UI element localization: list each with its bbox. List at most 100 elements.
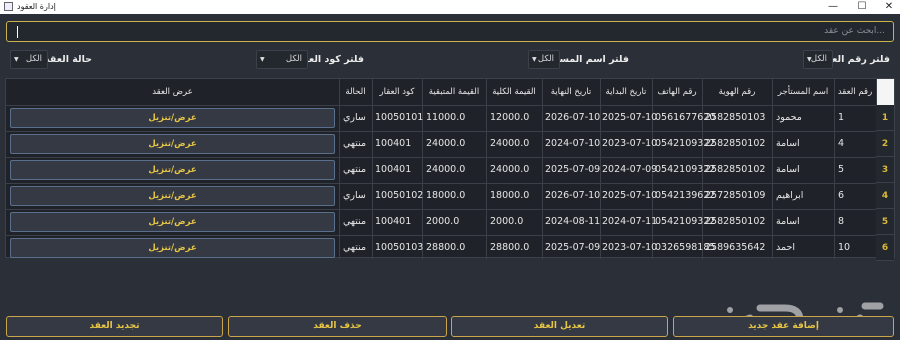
filter-status-select[interactable]: ▼ الكل — [10, 50, 48, 69]
title-bar: إدارة العقود — ☐ ✕ — [0, 0, 900, 14]
cell-start-date[interactable]: 2023-07-10 — [602, 235, 657, 261]
header-status[interactable]: الحالة — [339, 80, 372, 104]
row-header[interactable]: 2 — [876, 131, 894, 157]
cell-tenant-name[interactable]: محمود — [776, 105, 802, 131]
cell-contract-number[interactable]: 4 — [838, 131, 844, 157]
cell-remaining-value[interactable]: 28800.0 — [426, 235, 465, 261]
cell-end-date[interactable]: 2026-07-10 — [545, 105, 600, 131]
cell-remaining-value[interactable]: 24000.0 — [426, 157, 465, 183]
grid-line — [486, 79, 487, 259]
cell-tenant-name[interactable]: احمد — [776, 235, 795, 261]
header-start-date[interactable]: تاريخ البداية — [600, 80, 652, 104]
cell-property-code[interactable]: 100401 — [375, 209, 411, 235]
cell-status[interactable]: ساري — [343, 183, 366, 209]
cell-end-date[interactable]: 2024-07-10 — [545, 131, 600, 157]
row-header[interactable]: 6 — [876, 235, 894, 261]
cell-total-value[interactable]: 28800.0 — [490, 235, 529, 261]
add-contract-button[interactable]: إضافة عقد جديد — [673, 316, 894, 337]
cell-phone[interactable]: 0542109322 — [655, 131, 715, 157]
header-view-contract[interactable]: عرض العقد — [6, 80, 339, 104]
row-header[interactable]: 1 — [876, 105, 894, 131]
filter-property-code-value: الكل — [285, 54, 302, 64]
search-input[interactable]: ابحث عن عقد... — [6, 21, 894, 42]
edit-contract-button[interactable]: تعديل العقد — [451, 316, 668, 337]
cell-status[interactable]: منتهي — [343, 209, 366, 235]
view-download-button[interactable]: عرض/تنزيل — [10, 134, 335, 154]
cell-contract-number[interactable]: 1 — [838, 105, 844, 131]
cell-property-code[interactable]: 10050102 — [375, 183, 423, 209]
cell-start-date[interactable]: 2023-07-10 — [602, 131, 657, 157]
chevron-down-icon: ▼ — [260, 56, 265, 63]
cell-total-value[interactable]: 2000.0 — [490, 209, 523, 235]
renew-contract-button[interactable]: تجديد العقد — [6, 316, 223, 337]
header-total-value[interactable]: القيمة الكلية — [486, 80, 542, 104]
grid-line — [772, 79, 773, 259]
cell-remaining-value[interactable]: 11000.0 — [426, 105, 465, 131]
search-placeholder: ابحث عن عقد... — [824, 26, 885, 36]
header-remaining-value[interactable]: القيمة المتبقية — [422, 80, 486, 104]
cell-contract-number[interactable]: 10 — [838, 235, 850, 261]
cell-total-value[interactable]: 18000.0 — [490, 183, 529, 209]
contracts-table[interactable]: رقم العقد اسم المستأجر رقم الهوية رقم ال… — [5, 78, 895, 261]
cell-total-value[interactable]: 24000.0 — [490, 157, 529, 183]
row-header[interactable]: 3 — [876, 157, 894, 183]
app-icon — [4, 2, 13, 11]
header-property-code[interactable]: كود العقار — [372, 80, 422, 104]
filter-property-code-select[interactable]: ▼ الكل — [256, 50, 308, 69]
cell-tenant-name[interactable]: اسامة — [776, 157, 800, 183]
cell-start-date[interactable]: 2025-07-10 — [602, 183, 657, 209]
maximize-button[interactable]: ☐ — [851, 0, 873, 14]
cell-tenant-name[interactable]: اسامة — [776, 131, 800, 157]
cell-status[interactable]: ساري — [343, 105, 366, 131]
header-end-date[interactable]: تاريخ النهاية — [542, 80, 600, 104]
cell-start-date[interactable]: 2024-07-11 — [602, 209, 657, 235]
cell-contract-number[interactable]: 5 — [838, 157, 844, 183]
cell-remaining-value[interactable]: 18000.0 — [426, 183, 465, 209]
cell-phone[interactable]: 0542109322 — [655, 157, 715, 183]
delete-contract-button[interactable]: حذف العقد — [228, 316, 447, 337]
cell-property-code[interactable]: 10050101 — [375, 105, 423, 131]
view-download-button[interactable]: عرض/تنزيل — [10, 186, 335, 206]
view-download-button[interactable]: عرض/تنزيل — [10, 108, 335, 128]
view-download-button[interactable]: عرض/تنزيل — [10, 238, 335, 258]
cell-contract-number[interactable]: 6 — [838, 183, 844, 209]
cell-tenant-name[interactable]: اسامة — [776, 209, 800, 235]
header-tenant-name[interactable]: اسم المستأجر — [772, 80, 834, 104]
cell-end-date[interactable]: 2025-07-09 — [545, 235, 600, 261]
cell-start-date[interactable]: 2024-07-09 — [602, 157, 657, 183]
cell-property-code[interactable]: 100401 — [375, 131, 411, 157]
filter-contract-number-select[interactable]: ▼ الكل — [803, 50, 833, 69]
cell-phone[interactable]: 0542109322 — [655, 209, 715, 235]
close-button[interactable]: ✕ — [878, 0, 900, 14]
cell-end-date[interactable]: 2025-07-09 — [545, 157, 600, 183]
cell-end-date[interactable]: 2026-07-10 — [545, 183, 600, 209]
cell-end-date[interactable]: 2024-08-11 — [545, 209, 600, 235]
cell-tenant-name[interactable]: ابراهيم — [776, 183, 803, 209]
cell-phone[interactable]: 0542139622 — [655, 183, 715, 209]
cell-property-code[interactable]: 10050103 — [375, 235, 423, 261]
cell-status[interactable]: منتهي — [343, 131, 366, 157]
row-header[interactable]: 5 — [876, 209, 894, 235]
cell-total-value[interactable]: 12000.0 — [490, 105, 529, 131]
cell-start-date[interactable]: 2025-07-10 — [602, 105, 657, 131]
cell-contract-number[interactable]: 8 — [838, 209, 844, 235]
header-contract-number[interactable]: رقم العقد — [834, 80, 876, 104]
cell-status[interactable]: منتهي — [343, 157, 366, 183]
minimize-button[interactable]: — — [822, 0, 844, 14]
view-download-button[interactable]: عرض/تنزيل — [10, 160, 335, 180]
cell-phone[interactable]: 0561677620 — [655, 105, 715, 131]
view-download-button[interactable]: عرض/تنزيل — [10, 212, 335, 232]
header-id-number[interactable]: رقم الهوية — [702, 80, 772, 104]
cell-property-code[interactable]: 100401 — [375, 157, 411, 183]
table-corner — [876, 79, 894, 105]
cell-status[interactable]: منتهي — [343, 235, 366, 261]
filter-status-value: الكل — [25, 54, 42, 64]
cell-remaining-value[interactable]: 24000.0 — [426, 131, 465, 157]
cell-remaining-value[interactable]: 2000.0 — [426, 209, 459, 235]
header-phone[interactable]: رقم الهاتف — [652, 80, 702, 104]
cell-total-value[interactable]: 24000.0 — [490, 131, 529, 157]
grid-line — [339, 79, 340, 259]
filter-tenant-name-select[interactable]: ▼ الكل — [528, 50, 560, 69]
row-header[interactable]: 4 — [876, 183, 894, 209]
cell-phone[interactable]: 0326598185 — [655, 235, 715, 261]
